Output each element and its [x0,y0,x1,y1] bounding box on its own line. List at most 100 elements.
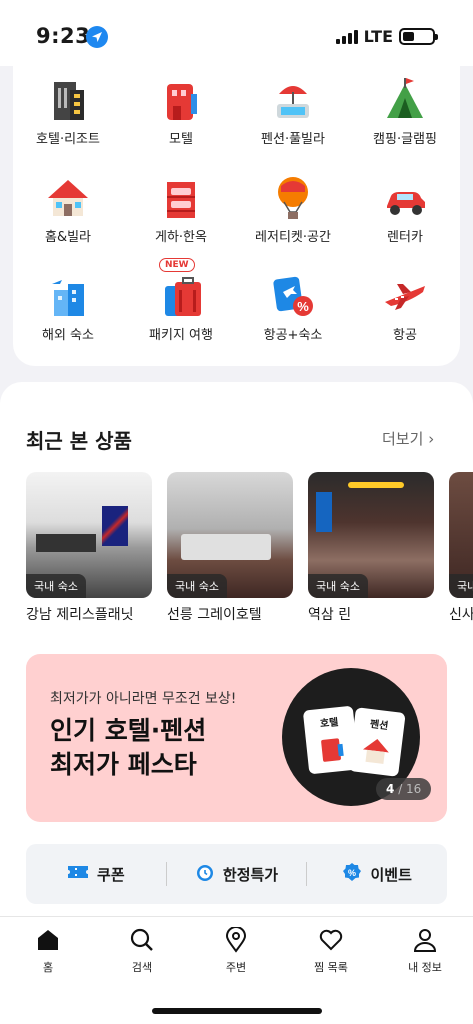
motel-icon [157,76,205,124]
category-label: 게하·한옥 [155,230,207,245]
new-badge: NEW [159,258,195,272]
more-label: 더보기 [382,430,424,448]
recent-carousel[interactable]: 국내 숙소 강남 제리스플래닛 국내 숙소 선릉 그레이호텔 국내 숙소 역삼 … [26,472,473,632]
camping-icon [381,76,429,124]
category-flight[interactable]: 항공 [350,272,460,343]
category-home-villa[interactable]: 홈&빌라 [13,174,123,245]
category-label: 홈&빌라 [44,230,92,245]
recent-item-name: 역삼 린 [308,607,352,623]
category-label: 항공 [393,328,417,343]
banner-pager: 4 / 16 [376,778,432,800]
category-motel[interactable]: 모텔 [126,76,236,147]
recent-item-tag: 국내 [449,574,473,598]
pension-icon [269,76,317,124]
svg-text:%: % [297,299,309,314]
recent-item[interactable]: 국내 숙소 선릉 그레이호텔 [167,472,293,624]
category-label: 패키지 여행 [149,328,213,343]
banner-subtitle: 최저가가 아니라면 무조건 보상! [50,691,237,707]
pager-current: 4 [386,782,395,796]
recent-item-name: 선릉 그레이호텔 [167,607,262,623]
category-label: 모텔 [169,132,193,147]
tab-wishlist[interactable]: 찜 목록 [291,927,371,975]
leisure-icon [269,174,317,222]
home-villa-icon [44,174,92,222]
category-label: 호텔·리조트 [36,132,100,147]
recent-item-name: 강남 제리스플래닛 [26,607,134,623]
home-indicator[interactable] [152,1008,322,1014]
tab-nearby[interactable]: 주변 [196,927,276,975]
recent-item-tag: 국내 숙소 [167,574,227,598]
limited-deal-label: 한정특가 [222,865,279,884]
signal-icon [335,29,358,44]
category-flight-hotel[interactable]: % 항공+숙소 [238,272,348,343]
coupon-label: 쿠폰 [97,865,125,884]
overseas-icon [44,272,92,320]
tab-label: 주변 [225,961,247,974]
package-icon: NEW [157,258,205,320]
tab-my-info[interactable]: 내 정보 [385,927,465,975]
pension-card-label: 펜션 [369,719,389,733]
guesthouse-icon [157,174,205,222]
pension-card-illustration: 펜션 [348,707,406,777]
category-label: 펜션·풀빌라 [261,132,325,147]
category-pension[interactable]: 펜션·풀빌라 [238,76,348,147]
tab-label: 검색 [131,961,153,974]
recent-item-tag: 국내 숙소 [308,574,368,598]
tab-label: 찜 목록 [314,961,348,974]
event-badge-icon: % [342,862,362,886]
recent-title: 최근 본 상품 [26,429,132,453]
tab-search[interactable]: 검색 [102,927,182,975]
category-label: 해외 숙소 [42,328,94,343]
recent-item-image: 국내 [449,472,473,598]
recent-item-image: 국내 숙소 [308,472,434,598]
category-leisure[interactable]: 레저티켓·공간 [238,174,348,245]
network-label: LTE [363,27,393,46]
category-camping[interactable]: 캠핑·글램핑 [350,76,460,147]
recent-item[interactable]: 국내 숙소 역삼 린 [308,472,434,624]
banner-title-line2: 최저가 페스타 [50,750,197,779]
recent-item-tag: 국내 숙소 [26,574,86,598]
flight-icon [381,272,429,320]
quick-links: 쿠폰 한정특가 % 이벤트 [26,844,447,904]
location-arrow-icon [86,26,108,48]
flight-hotel-icon: % [269,272,317,320]
banner-title: 인기 호텔·펜션 최저가 페스타 [50,714,206,782]
rentacar-icon [381,174,429,222]
recent-item-name: 신사 [449,607,473,623]
category-hotel-resort[interactable]: 호텔·리조트 [13,76,123,147]
recent-item[interactable]: 국내 숙소 강남 제리스플래닛 [26,472,152,624]
category-package[interactable]: NEW 패키지 여행 [126,258,236,343]
category-rentacar[interactable]: 렌터카 [350,174,460,245]
recent-item-image: 국내 숙소 [167,472,293,598]
event-button[interactable]: % 이벤트 [307,862,447,886]
event-label: 이벤트 [370,865,412,884]
search-icon [130,928,153,951]
category-label: 레저티켓·공간 [255,230,331,245]
tab-label: 홈 [42,961,54,974]
recent-item-image: 국내 숙소 [26,472,152,598]
category-label: 항공+숙소 [263,328,323,343]
tab-label: 내 정보 [408,961,442,974]
status-bar: 9:23 LTE [0,0,473,66]
svg-text:%: % [348,868,356,878]
recent-item[interactable]: 국내 신사 [449,472,473,624]
hotel-icon [44,76,92,124]
chevron-right-icon: › [428,430,435,448]
home-icon [38,930,58,950]
coupon-icon [67,864,89,884]
pager-total: / 16 [398,782,422,796]
coupon-button[interactable]: 쿠폰 [26,864,166,885]
promo-banner[interactable]: 최저가가 아니라면 무조건 보상! 인기 호텔·펜션 최저가 페스타 호텔 펜션… [26,654,447,822]
category-guesthouse[interactable]: 게하·한옥 [126,174,236,245]
alarm-icon [195,862,215,886]
more-link[interactable]: 더보기 › [382,428,434,449]
limited-deal-button[interactable]: 한정특가 [167,862,307,886]
location-pin-icon [225,927,247,953]
category-overseas[interactable]: 해외 숙소 [13,272,123,343]
banner-title-line1: 인기 호텔·펜션 [50,716,207,745]
tab-home[interactable]: 홈 [8,927,88,975]
person-icon [413,929,437,952]
heart-icon [319,929,343,951]
hotel-card-label: 호텔 [319,717,340,731]
category-label: 캠핑·글램핑 [373,132,437,147]
